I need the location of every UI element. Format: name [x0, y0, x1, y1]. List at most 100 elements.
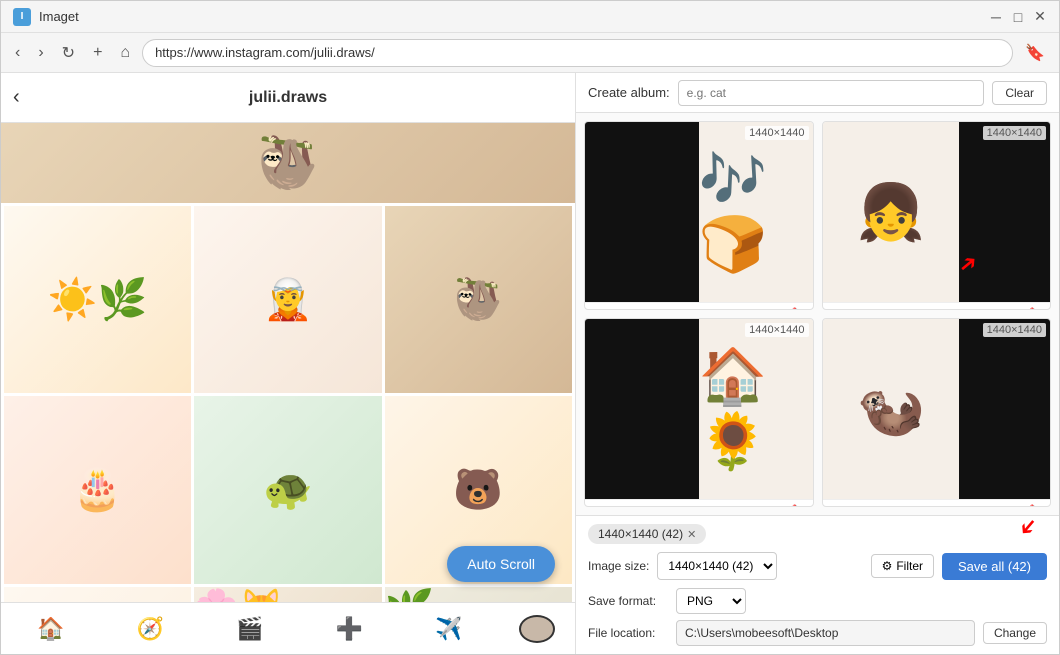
nav-explore-icon[interactable]: 🧭 — [121, 612, 180, 646]
edit-icon-3[interactable]: ✏️ — [792, 504, 807, 507]
format-row: Save format: PNG — [588, 588, 1047, 614]
feed-title: julii.draws — [17, 89, 559, 107]
card-footer-4: img_004 ✏️ — [823, 499, 1051, 507]
right-header: Create album: Clear — [576, 73, 1059, 113]
browser-toolbar: ‹ › ↻ + ⌂ 🔖 — [1, 33, 1059, 73]
filter-save-row: Image size: 1440×1440 (42) ⚙ Filter Save… — [588, 552, 1047, 580]
filter-icon: ⚙ — [882, 559, 893, 573]
image-size-label: Image size: — [588, 559, 649, 573]
app-window: I Imaget ─ □ ✕ ‹ › ↻ + ⌂ 🔖 ‹ julii.draws — [0, 0, 1060, 655]
card-image-1: 🎶🍞 — [585, 122, 813, 302]
card-illus-left-4: 🦦 — [823, 319, 960, 499]
filename-4: img_004 — [829, 506, 1026, 508]
grid-item[interactable]: 🌼 — [4, 587, 191, 602]
nav-profile-icon[interactable] — [519, 615, 555, 643]
bookmark-button[interactable]: 🔖 — [1019, 39, 1051, 67]
edit-icon-2[interactable]: ✏️ — [1029, 307, 1044, 310]
bottom-nav: 🏠 🧭 🎬 ➕ ✈️ — [1, 602, 575, 654]
card-black-right-4 — [959, 319, 1050, 499]
nav-send-icon[interactable]: ✈️ — [419, 612, 478, 646]
address-bar[interactable] — [142, 39, 1013, 67]
bottom-controls: 1440×1440 (42) ✕ Image size: 1440×1440 (… — [576, 515, 1059, 654]
title-bar: I Imaget ─ □ ✕ — [1, 1, 1059, 33]
card-footer-3: img_003 ✏️ — [585, 499, 813, 507]
window-title: Imaget — [39, 9, 989, 24]
card-black-right-2 — [959, 122, 1050, 302]
maximize-button[interactable]: □ — [1011, 10, 1025, 24]
tag-chip: 1440×1440 (42) ✕ — [588, 524, 706, 544]
card-image-3: 🏠🌻 — [585, 319, 813, 499]
tag-remove-button[interactable]: ✕ — [687, 528, 696, 541]
images-area: 🎶🍞 1440×1440 450960918_10214325828958465… — [576, 113, 1059, 515]
feed-scroll[interactable]: 🦥 ☀️🌿 🧝 🦥 🎂 — [1, 123, 575, 602]
card-image-4: 🦦 — [823, 319, 1051, 499]
image-grid: ☀️🌿 🧝 🦥 🎂 🐢 🐻 — [1, 203, 575, 602]
forward-button[interactable]: › — [32, 40, 49, 66]
image-card-3: 🏠🌻 1440×1440 img_003 ✏️ Save — [584, 318, 814, 507]
filter-label: Filter — [896, 559, 923, 573]
right-panel: Create album: Clear 🎶🍞 1440×14 — [576, 73, 1059, 654]
location-label: File location: — [588, 626, 668, 640]
action-buttons: ⚙ Filter Save all (42) ➔ — [871, 553, 1047, 580]
nav-reels-icon[interactable]: 🎬 — [220, 612, 279, 646]
nav-add-icon[interactable]: ➕ — [320, 612, 379, 646]
image-card-2: 👧 1440×1440 452232508_753850713428958_38… — [822, 121, 1052, 310]
image-card-4: 🦦 1440×1440 img_004 ✏️ Save — [822, 318, 1052, 507]
grid-item[interactable]: 🌸🐱 — [194, 587, 381, 602]
card-top-3: 🏠🌻 1440×1440 — [585, 319, 813, 499]
card-illus-left-2: 👧 — [823, 122, 960, 302]
close-button[interactable]: ✕ — [1033, 10, 1047, 24]
refresh-button[interactable]: ↻ — [56, 39, 81, 67]
main-content: ‹ julii.draws 🦥 ☀️🌿 🧝 🦥 — [1, 73, 1059, 654]
feed-back-button[interactable]: ‹ — [13, 86, 20, 109]
nav-home-icon[interactable]: 🏠 — [21, 612, 80, 646]
grid-item[interactable]: 🧝 — [194, 206, 381, 393]
auto-scroll-button[interactable]: Auto Scroll — [447, 546, 555, 582]
image-size-group: Image size: 1440×1440 (42) — [588, 552, 777, 580]
card-dimension-3: 1440×1440 — [745, 323, 808, 337]
left-panel: ‹ julii.draws 🦥 ☀️🌿 🧝 🦥 — [1, 73, 576, 654]
home-button[interactable]: ⌂ — [114, 40, 136, 66]
filename-3: img_003 — [591, 506, 788, 508]
grid-item[interactable]: 🎂 — [4, 396, 191, 583]
location-input[interactable] — [676, 620, 975, 646]
feed-header: ‹ julii.draws — [1, 73, 575, 123]
grid-item[interactable]: 🐢 — [194, 396, 381, 583]
card-footer-2: 452232508_753850713428958_388 ✏️ — [823, 302, 1051, 310]
grid-item[interactable]: 🦥 — [385, 206, 572, 393]
card-top-1: 🎶🍞 1440×1440 — [585, 122, 813, 302]
minimize-button[interactable]: ─ — [989, 10, 1003, 24]
card-top-2: 👧 1440×1440 — [823, 122, 1051, 302]
card-illus-right-1: 🎶🍞 — [699, 122, 813, 302]
location-row: File location: Change — [588, 620, 1047, 646]
album-input[interactable] — [678, 80, 985, 106]
grid-item[interactable]: 🌿 — [385, 587, 572, 602]
filename-1: 450960918_10214325828958465_74 — [591, 309, 788, 311]
app-icon: I — [13, 8, 31, 26]
tag-row: 1440×1440 (42) ✕ — [588, 524, 1047, 544]
clear-button[interactable]: Clear — [992, 81, 1047, 105]
window-controls: ─ □ ✕ — [989, 10, 1047, 24]
new-tab-button[interactable]: + — [87, 40, 108, 66]
card-black-left-1 — [585, 122, 699, 302]
card-dimension-4: 1440×1440 — [983, 323, 1046, 337]
filename-2: 452232508_753850713428958_388 — [829, 309, 1026, 311]
edit-icon-1[interactable]: ✏️ — [792, 307, 807, 310]
card-top-4: 🦦 1440×1440 — [823, 319, 1051, 499]
format-label: Save format: — [588, 594, 668, 608]
grid-item[interactable]: ☀️🌿 — [4, 206, 191, 393]
card-black-left-3 — [585, 319, 699, 499]
album-label: Create album: — [588, 85, 670, 100]
card-dimension-2: 1440×1440 — [983, 126, 1046, 140]
change-button[interactable]: Change — [983, 622, 1047, 644]
image-size-select[interactable]: 1440×1440 (42) — [657, 552, 777, 580]
format-select[interactable]: PNG — [676, 588, 746, 614]
card-dimension-1: 1440×1440 — [745, 126, 808, 140]
edit-icon-4[interactable]: ✏️ — [1029, 504, 1044, 507]
card-footer-1: 450960918_10214325828958465_74 ✏️ — [585, 302, 813, 310]
image-card-1: 🎶🍞 1440×1440 450960918_10214325828958465… — [584, 121, 814, 310]
filter-button[interactable]: ⚙ Filter — [871, 554, 934, 578]
card-illus-right-3: 🏠🌻 — [699, 319, 813, 499]
save-all-button[interactable]: Save all (42) — [942, 553, 1047, 580]
back-button[interactable]: ‹ — [9, 40, 26, 66]
